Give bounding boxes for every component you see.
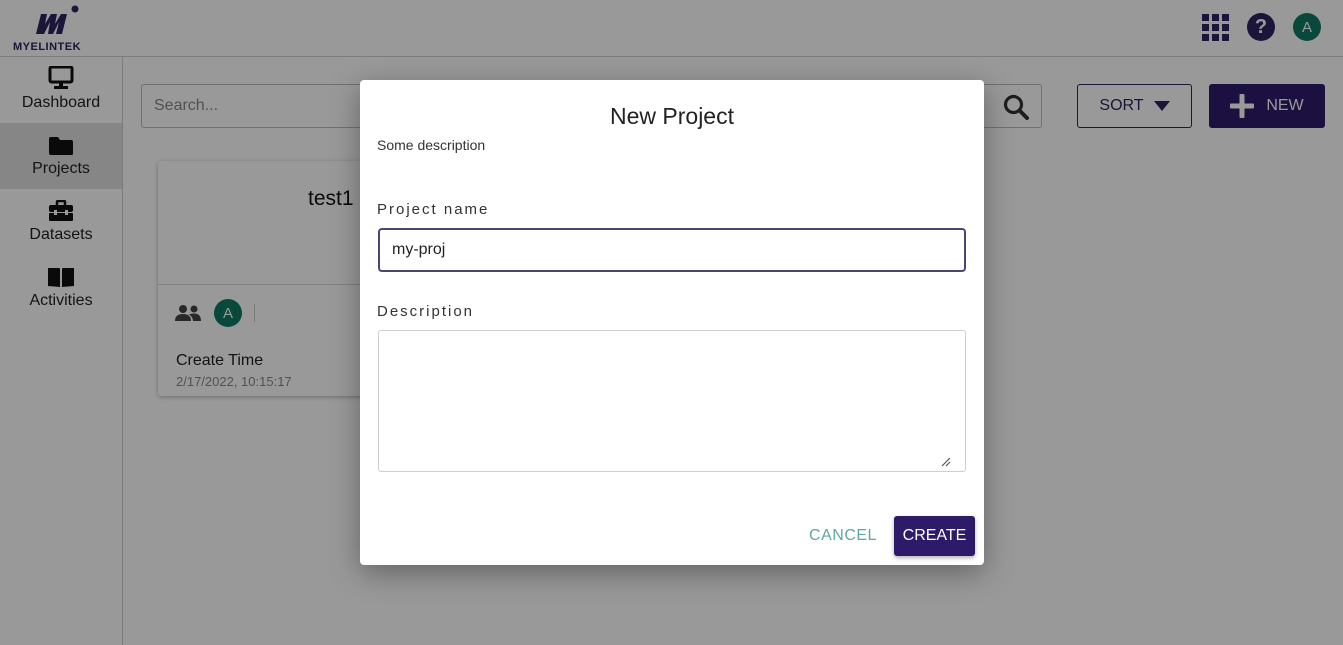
project-name-input[interactable] bbox=[378, 228, 966, 272]
dialog-description: Some description bbox=[377, 137, 486, 153]
cancel-button[interactable]: CANCEL bbox=[796, 516, 890, 556]
resize-handle-icon[interactable] bbox=[941, 457, 951, 467]
new-project-dialog: New Project Some description Project nam… bbox=[360, 80, 984, 565]
create-button[interactable]: CREATE bbox=[894, 516, 975, 556]
dialog-title: New Project bbox=[610, 103, 734, 129]
description-label: Description bbox=[377, 303, 475, 320]
description-textarea[interactable] bbox=[378, 330, 966, 472]
project-name-label: Project name bbox=[377, 201, 490, 218]
